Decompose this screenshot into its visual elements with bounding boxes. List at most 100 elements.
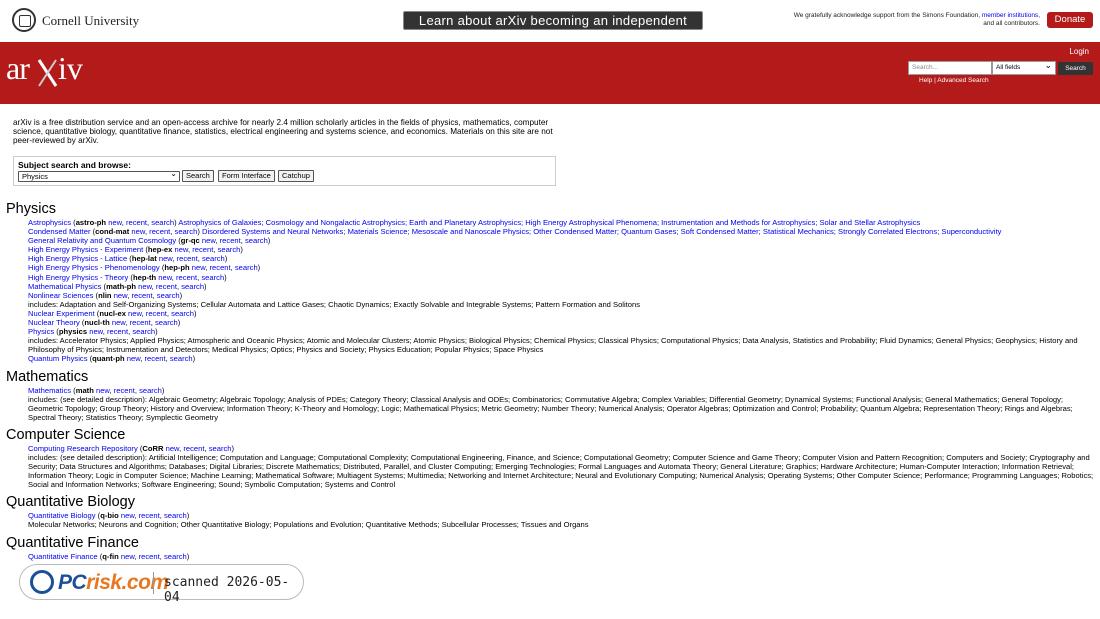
search-button[interactable]: Search [1058,62,1093,75]
new-link[interactable]: new [121,511,135,520]
subcategory-links[interactable]: Astrophysics of Galaxies; Cosmology and … [178,218,920,227]
recent-link[interactable]: recent [114,386,135,395]
form-interface-button[interactable]: Form Interface [218,170,275,182]
search-link[interactable]: search [132,327,155,336]
cornell-seal-icon[interactable] [12,8,36,32]
recent-link[interactable]: recent [126,218,147,227]
search-link[interactable]: search [235,263,258,272]
archive-item: Quantitative Finance (q-fin new, recent,… [28,551,190,561]
archive-link[interactable]: High Energy Physics - Lattice [28,254,127,263]
includes-line[interactable]: includes: Accelerator Physics; Applied P… [28,336,1078,354]
archive-link[interactable]: Quantitative Biology [28,511,96,520]
recent-link[interactable]: recent [130,318,151,327]
search-link[interactable]: search [164,552,187,561]
archive-code: physics [58,327,88,337]
new-link[interactable]: new [131,227,145,236]
archive-link[interactable]: Nuclear Experiment [28,309,95,318]
search-link[interactable]: search [175,227,198,236]
acknowledgement-text: We gratefully acknowledge support from t… [793,12,1040,27]
new-link[interactable]: new [202,236,216,245]
browse-search-button[interactable]: Search [182,170,214,182]
archive-link[interactable]: Condensed Matter [28,227,90,236]
archive-link[interactable]: High Energy Physics - Theory [28,273,128,282]
archive-code: hep-ph [164,263,190,273]
archive-link[interactable]: Quantitative Finance [28,552,98,561]
search-link[interactable]: search [209,444,232,453]
recent-link[interactable]: recent [139,552,160,561]
cornell-logo-text[interactable]: Cornell University [42,13,139,29]
search-link[interactable]: search [201,273,224,282]
archive-link[interactable]: Mathematical Physics [28,282,101,291]
recent-link[interactable]: recent [156,282,177,291]
search-link[interactable]: search [171,309,194,318]
search-link[interactable]: search [164,511,187,520]
recent-link[interactable]: recent [183,444,204,453]
section-heading: Quantitative Finance [6,534,139,551]
recent-link[interactable]: recent [107,327,128,336]
new-link[interactable]: new [174,245,188,254]
login-link[interactable]: Login [1069,47,1089,56]
archive-link[interactable]: Physics [28,327,54,336]
archive-code: nucl-th [84,318,110,328]
recent-link[interactable]: recent [149,227,170,236]
new-link[interactable]: new [192,263,206,272]
new-link[interactable]: new [89,327,103,336]
new-link[interactable]: new [138,282,152,291]
recent-link[interactable]: recent [210,263,231,272]
section-heading: Quantitative Biology [6,494,135,511]
new-link[interactable]: new [114,291,128,300]
new-link[interactable]: new [96,386,110,395]
includes-line[interactable]: includes: (see detailed description): Ar… [28,453,1093,489]
archive-link[interactable]: High Energy Physics - Phenomenology [28,263,160,272]
recent-link[interactable]: recent [131,291,152,300]
search-link[interactable]: search [202,254,225,263]
nonprofit-banner-link[interactable]: Learn about arXiv becoming an independen… [403,11,703,45]
search-input[interactable]: Search... [908,61,992,75]
help-advanced-search-links[interactable]: Help | Advanced Search [919,77,989,84]
recent-link[interactable]: recent [145,354,166,363]
archive-code: hep-ex [147,245,173,255]
new-link[interactable]: new [121,552,135,561]
new-link[interactable]: new [128,309,142,318]
archive-link[interactable]: Computing Research Repository [28,444,138,453]
archive-link[interactable]: Nuclear Theory [28,318,80,327]
includes-line[interactable]: includes: (see detailed description): Al… [28,395,1073,422]
search-link[interactable]: search [157,291,180,300]
recent-link[interactable]: recent [176,273,197,282]
search-link[interactable]: search [139,386,162,395]
new-link[interactable]: new [166,444,180,453]
archive-link[interactable]: Astrophysics [28,218,71,227]
search-link[interactable]: search [155,318,178,327]
search-link[interactable]: search [245,236,268,245]
new-link[interactable]: new [158,273,172,282]
catchup-button[interactable]: Catchup [278,170,314,182]
new-link[interactable]: new [159,254,173,263]
member-institutions-link[interactable]: member institutions [982,12,1038,19]
recent-link[interactable]: recent [146,309,167,318]
new-link[interactable]: new [127,354,141,363]
recent-link[interactable]: recent [220,236,241,245]
new-link[interactable]: new [112,318,126,327]
search-link[interactable]: search [218,245,241,254]
archive-code: q-fin [102,551,119,561]
includes-line[interactable]: Molecular Networks; Neurons and Cognitio… [28,520,589,529]
recent-link[interactable]: recent [192,245,213,254]
recent-link[interactable]: recent [177,254,198,263]
archive-link[interactable]: Quantum Physics [28,354,88,363]
search-link[interactable]: search [181,282,204,291]
archive-link[interactable]: High Energy Physics - Experiment [28,245,143,254]
recent-link[interactable]: recent [139,511,160,520]
new-link[interactable]: new [108,218,122,227]
donate-button[interactable]: Donate [1047,12,1093,28]
arxiv-logo-icon[interactable]: ar iv [6,52,86,88]
search-field-select[interactable]: All fields [992,59,1056,75]
search-link[interactable]: search [151,218,174,227]
includes-line[interactable]: includes: Adaptation and Self-Organizing… [28,300,640,309]
archive-link[interactable]: General Relativity and Quantum Cosmology [28,236,176,245]
search-link[interactable]: search [170,354,193,363]
subject-select[interactable]: Physics [18,169,180,182]
subcategory-links[interactable]: Disordered Systems and Neural Networks; … [202,227,1001,236]
archive-link[interactable]: Nonlinear Sciences [28,291,93,300]
svg-text:ar: ar [6,52,30,86]
archive-link[interactable]: Mathematics [28,386,71,395]
